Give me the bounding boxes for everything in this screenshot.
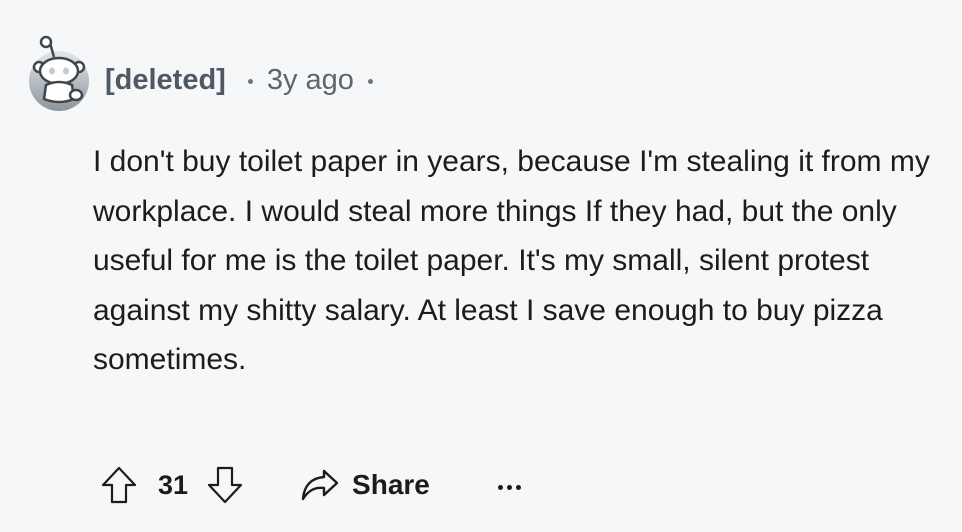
comment-header: [deleted] 3y ago [105,60,373,100]
downvote-arrow-icon [207,466,243,504]
upvote-arrow-icon [101,466,137,504]
comment-body: I don't buy toilet paper in years, becau… [93,145,930,377]
comment-action-bar: 31 Share [100,462,521,508]
share-label: Share [352,469,430,500]
share-button[interactable]: Share [300,468,430,502]
more-options-icon [506,484,512,490]
more-options-button[interactable] [497,481,521,490]
upvote-button[interactable] [100,465,138,505]
author-name[interactable]: [deleted] [105,64,226,97]
share-arrow-icon [301,469,339,501]
snoo-avatar-icon [29,35,89,111]
separator-dot [367,78,373,84]
more-options-icon [497,484,503,490]
downvote-button[interactable] [206,465,244,505]
avatar[interactable] [26,33,92,113]
vote-score: 31 [158,469,189,500]
separator-dot [247,78,253,84]
more-options-icon [515,484,521,490]
timestamp[interactable]: 3y ago [267,64,354,97]
